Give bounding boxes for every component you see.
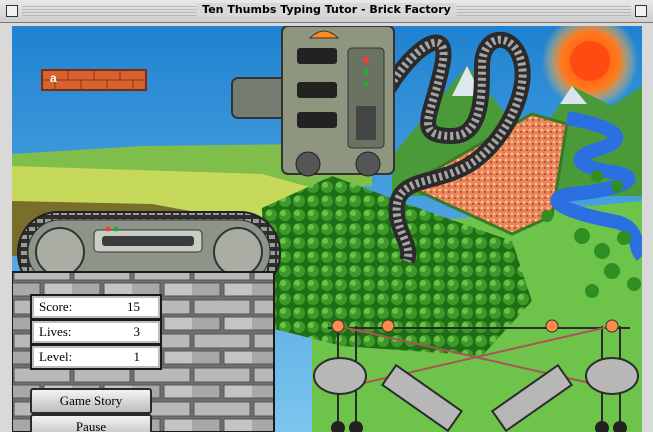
brick-sign: a <box>42 70 146 90</box>
lives-box: Lives: 3 <box>30 319 162 345</box>
lives-label: Lives: <box>39 324 72 339</box>
pause-button[interactable]: Pause <box>30 414 152 432</box>
score-box: Score: 15 <box>30 294 162 320</box>
level-value: 1 <box>133 349 141 364</box>
score-value: 15 <box>127 299 140 314</box>
app-window: Ten Thumbs Typing Tutor - Brick Factory <box>0 0 653 432</box>
game-scene: Score: 15 Lives: 3 Level: 1 Game Story P… <box>12 26 642 432</box>
zoom-box-icon[interactable] <box>635 5 647 17</box>
window-title: Ten Thumbs Typing Tutor - Brick Factory <box>196 3 457 16</box>
title-bar[interactable]: Ten Thumbs Typing Tutor - Brick Factory <box>0 0 653 23</box>
brick-sign-letter: a <box>50 71 57 85</box>
level-label: Level: <box>39 349 73 364</box>
game-story-button[interactable]: Game Story <box>30 388 152 414</box>
level-box: Level: 1 <box>30 344 162 370</box>
lives-value: 3 <box>133 324 141 339</box>
close-box-icon[interactable] <box>6 5 18 17</box>
score-label: Score: <box>39 299 73 314</box>
